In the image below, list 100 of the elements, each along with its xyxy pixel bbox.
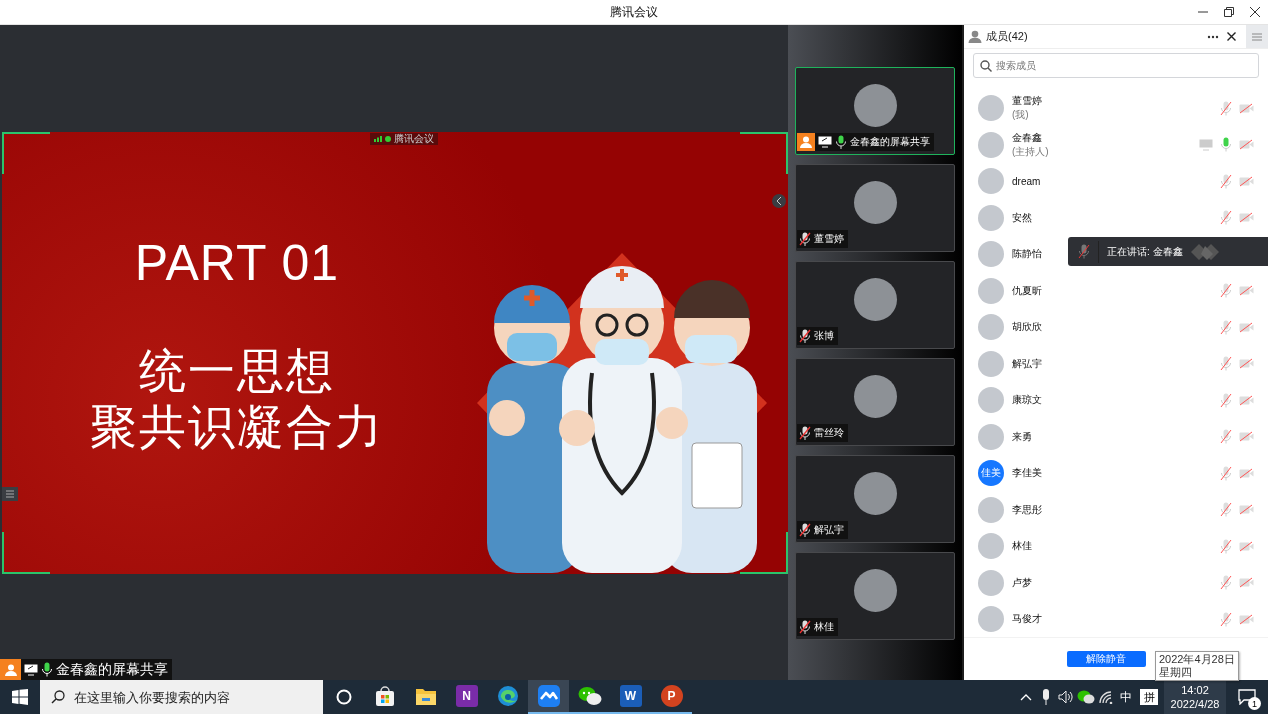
meeting-app-icon <box>537 685 560 707</box>
member-row[interactable]: 仇夏昕 <box>964 272 1268 309</box>
camera-off-icon[interactable] <box>1239 212 1254 224</box>
muted-microphone-icon[interactable] <box>1220 502 1232 518</box>
member-row[interactable]: 李思彤 <box>964 491 1268 528</box>
input-mode-button[interactable]: 拼 <box>1140 689 1158 705</box>
close-icon <box>1226 32 1236 41</box>
avatar-placeholder <box>978 496 1004 523</box>
unmute-button[interactable]: 解除静音 <box>1066 651 1146 668</box>
member-name: 卢梦 <box>1012 575 1032 590</box>
clock-time: 14:02 <box>1181 683 1209 697</box>
member-row[interactable]: 金春鑫 (主持人) <box>964 126 1268 163</box>
member-name: 陈静怡 <box>1012 247 1042 262</box>
frame-corner <box>2 531 50 574</box>
notebook-app-icon: N <box>455 685 478 707</box>
taskbar-app-button[interactable]: N <box>446 680 487 714</box>
camera-off-icon[interactable] <box>1239 540 1254 552</box>
avatar-placeholder <box>853 181 897 224</box>
camera-off-icon[interactable] <box>1239 321 1254 333</box>
video-tile[interactable]: 雷丝玲 <box>795 358 955 446</box>
muted-microphone-icon[interactable] <box>1220 100 1232 116</box>
avatar-placeholder <box>978 204 1004 231</box>
muted-microphone-icon[interactable] <box>1220 392 1232 408</box>
participant-name: 林佳 <box>814 620 834 634</box>
camera-off-icon[interactable] <box>1239 102 1254 114</box>
participant-name: 金春鑫的屏幕共享 <box>850 135 930 149</box>
camera-off-icon[interactable] <box>1239 431 1254 443</box>
video-tile[interactable]: 林佳 <box>795 552 955 640</box>
taskbar-app-button[interactable]: W <box>610 680 651 714</box>
camera-off-icon[interactable] <box>1239 285 1254 297</box>
avatar-placeholder <box>853 84 897 127</box>
member-row[interactable]: 康琼文 <box>964 381 1268 419</box>
camera-off-icon[interactable] <box>1239 394 1254 406</box>
frame-corner <box>2 131 50 174</box>
muted-microphone-icon[interactable] <box>1220 465 1232 481</box>
avatar-placeholder <box>978 569 1004 596</box>
person-icon <box>968 30 982 43</box>
list-icon <box>6 490 14 498</box>
badge-label: 腾讯会议 <box>394 132 434 145</box>
member-name: 金春鑫 <box>1012 130 1042 145</box>
muted-microphone-icon[interactable] <box>1220 319 1232 335</box>
avatar-placeholder <box>978 314 1004 341</box>
video-tile[interactable]: 董雪婷 <box>795 164 955 252</box>
camera-off-icon[interactable] <box>1239 139 1254 151</box>
search-field[interactable]: 搜索成员 <box>973 53 1259 78</box>
screen-share-icon <box>818 136 832 148</box>
menu-icon <box>1252 32 1262 41</box>
camera-off-icon[interactable] <box>1239 504 1254 516</box>
camera-off-icon[interactable] <box>1239 613 1254 625</box>
notification-button[interactable]: 1 <box>1226 680 1268 714</box>
muted-microphone-icon[interactable] <box>1220 575 1232 591</box>
slides-app-icon: P <box>660 685 683 707</box>
clock-button[interactable]: 14:02 2022/4/28 <box>1164 680 1226 714</box>
avatar-placeholder <box>978 350 1004 377</box>
member-name: 胡欣欣 <box>1012 320 1042 335</box>
muted-microphone-icon[interactable] <box>1220 283 1232 299</box>
member-name: 仇夏昕 <box>1012 283 1042 298</box>
member-role: (主持人) <box>1012 144 1049 159</box>
muted-microphone-icon[interactable] <box>1220 429 1232 445</box>
taskbar-app-button[interactable]: P <box>651 680 692 714</box>
avatar-placeholder <box>978 423 1004 450</box>
muted-microphone-icon[interactable] <box>1220 210 1232 226</box>
member-row[interactable]: 胡欣欣 <box>964 308 1268 346</box>
member-row[interactable]: 卢梦 <box>964 564 1268 601</box>
avatar-placeholder <box>853 278 897 321</box>
notification-count: 1 <box>1248 697 1261 710</box>
video-tile[interactable]: 张博 <box>795 261 955 349</box>
browser-icon <box>496 685 519 707</box>
member-row[interactable]: dream <box>964 162 1268 200</box>
member-row[interactable]: 解弘宇 <box>964 345 1268 382</box>
member-row[interactable]: 董雪婷 (我) <box>964 89 1268 127</box>
camera-off-icon[interactable] <box>1239 467 1254 479</box>
search-field[interactable]: 在这里输入你要搜索的内容 <box>40 680 323 714</box>
muted-microphone-icon[interactable] <box>1220 538 1232 554</box>
member-row[interactable]: 佳美 李佳美 <box>964 454 1268 492</box>
member-row[interactable]: 林佳 <box>964 527 1268 565</box>
windows-logo-icon <box>12 689 28 705</box>
tooltip-weekday: 星期四 <box>1159 666 1193 679</box>
camera-off-icon[interactable] <box>1239 358 1254 370</box>
slide-title: 统一思想 <box>139 342 335 399</box>
muted-microphone-icon[interactable] <box>1220 173 1232 189</box>
camera-off-icon[interactable] <box>1239 577 1254 589</box>
video-tile[interactable]: 金春鑫的屏幕共享 <box>795 67 955 155</box>
document-app-icon: W <box>619 685 642 707</box>
member-name: 董雪婷 <box>1012 94 1042 109</box>
microphone-icon[interactable] <box>1220 137 1232 153</box>
member-row[interactable]: 来勇 <box>964 418 1268 455</box>
avatar-placeholder <box>853 472 897 515</box>
video-tile[interactable]: 解弘宇 <box>795 455 955 543</box>
avatar-placeholder <box>978 277 1004 304</box>
muted-microphone-icon[interactable] <box>1220 611 1232 627</box>
member-row[interactable]: 安然 <box>964 199 1268 236</box>
input-language-button[interactable]: 中 <box>1116 680 1136 714</box>
camera-off-icon[interactable] <box>1239 175 1254 187</box>
search-icon <box>51 690 65 704</box>
list-handle-button[interactable] <box>2 487 18 501</box>
member-name: 马俊才 <box>1012 612 1042 627</box>
muted-microphone-icon[interactable] <box>1220 356 1232 372</box>
taskbar-app-button[interactable] <box>528 680 569 714</box>
member-row[interactable]: 马俊才 <box>964 600 1268 638</box>
